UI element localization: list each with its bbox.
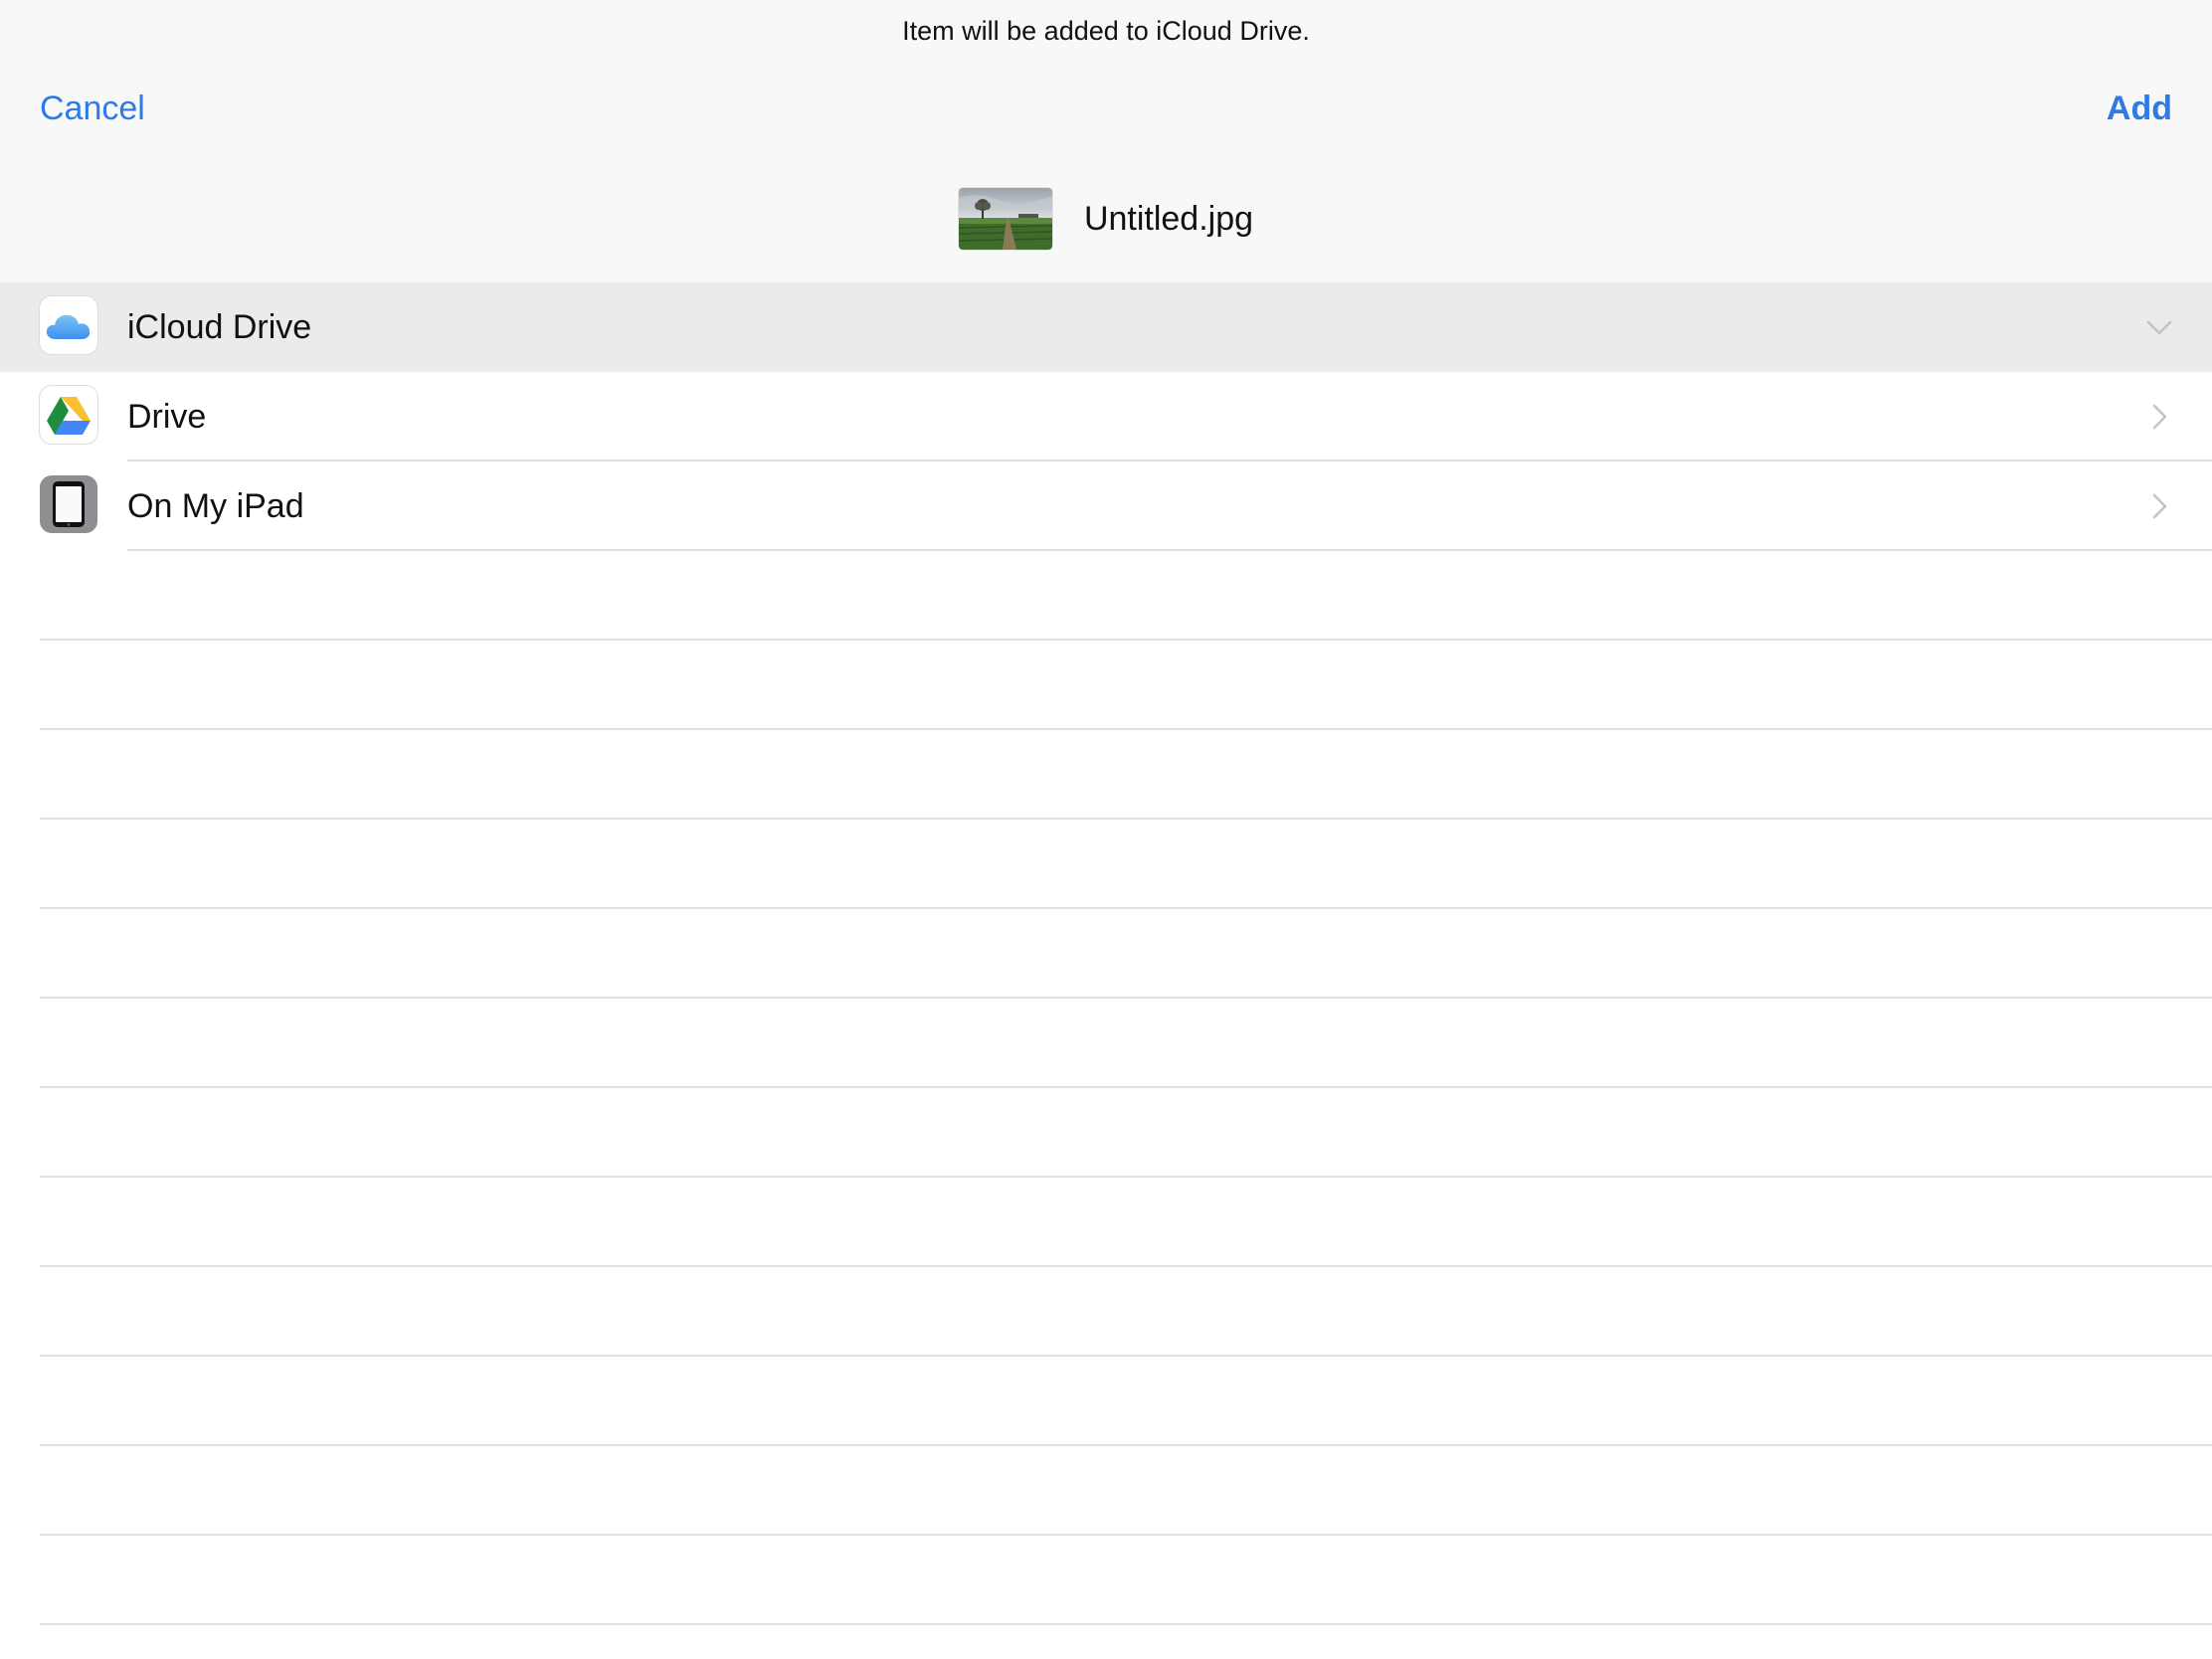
empty-row-separator (40, 818, 2212, 820)
add-button[interactable]: Add (2107, 90, 2172, 128)
save-to-files-sheet: Item will be added to iCloud Drive. Canc… (0, 0, 2212, 1659)
destination-message: Item will be added to iCloud Drive. (902, 16, 1310, 46)
empty-row-separator (40, 1265, 2212, 1267)
cancel-button[interactable]: Cancel (40, 90, 145, 128)
empty-row-separator (40, 907, 2212, 909)
empty-row-separator (40, 997, 2212, 999)
empty-row-separator (40, 1444, 2212, 1446)
chevron-right-icon[interactable] (2144, 402, 2174, 432)
file-thumbnail (958, 188, 1052, 250)
file-preview: Untitled.jpg (0, 187, 2212, 251)
empty-row-separator (40, 639, 2212, 641)
empty-row-separator (40, 1176, 2212, 1178)
location-row-on-my-ipad[interactable]: On My iPad (0, 461, 2212, 551)
location-row-icloud-drive[interactable]: iCloud Drive (0, 282, 2212, 372)
chevron-down-icon[interactable] (2144, 312, 2174, 342)
row-separator (127, 549, 2212, 551)
icloud-icon (40, 296, 97, 354)
empty-row-separator (40, 1534, 2212, 1536)
google-drive-icon (40, 386, 97, 444)
empty-row-separator (40, 728, 2212, 730)
empty-row-separator (40, 1623, 2212, 1625)
empty-row-separator (40, 1355, 2212, 1357)
sheet-header: Item will be added to iCloud Drive. Canc… (0, 0, 2212, 282)
file-name: Untitled.jpg (1083, 199, 1254, 238)
location-label: Drive (127, 398, 207, 436)
empty-row-separator (40, 1086, 2212, 1088)
location-label: On My iPad (127, 487, 304, 525)
location-row-drive[interactable]: Drive (0, 372, 2212, 461)
ipad-icon (40, 475, 97, 533)
location-label: iCloud Drive (127, 308, 312, 346)
chevron-right-icon[interactable] (2144, 491, 2174, 521)
